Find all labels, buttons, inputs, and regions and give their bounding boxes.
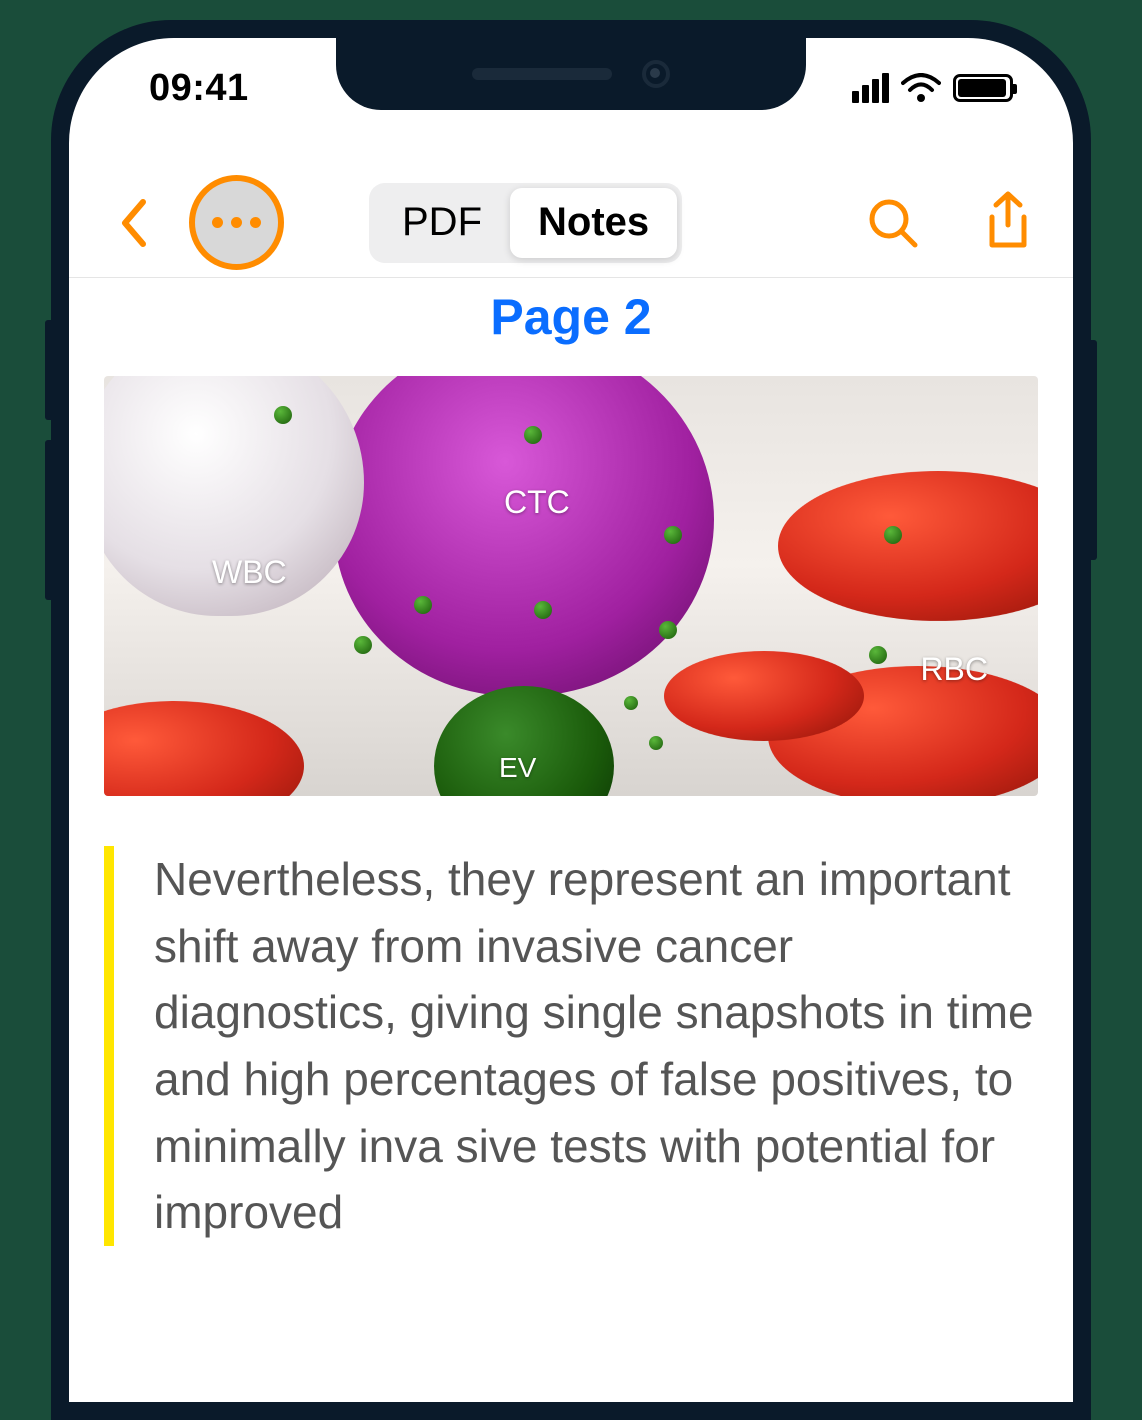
note-text: Nevertheless, they represent an importan… bbox=[154, 846, 1038, 1246]
share-button[interactable] bbox=[978, 193, 1038, 253]
hero-image: WBC CTC RBC EV bbox=[104, 376, 1038, 796]
content-area[interactable]: Page 2 bbox=[69, 278, 1073, 1402]
share-icon bbox=[980, 191, 1036, 255]
hero-label-wbc: WBC bbox=[212, 554, 287, 591]
back-button[interactable] bbox=[104, 193, 164, 253]
hero-label-ev: EV bbox=[499, 752, 536, 784]
search-icon bbox=[865, 195, 921, 251]
cellular-signal-icon bbox=[852, 73, 889, 103]
hero-label-ctc: CTC bbox=[504, 484, 570, 521]
page-indicator[interactable]: Page 2 bbox=[69, 288, 1073, 346]
toolbar: PDF Notes bbox=[69, 168, 1073, 278]
view-mode-segmented-control: PDF Notes bbox=[369, 183, 682, 263]
hero-label-rbc: RBC bbox=[920, 651, 988, 688]
tab-pdf[interactable]: PDF bbox=[374, 188, 510, 258]
wifi-icon bbox=[901, 73, 941, 103]
tab-notes[interactable]: Notes bbox=[510, 188, 677, 258]
ellipsis-icon bbox=[212, 217, 261, 228]
more-options-button[interactable] bbox=[189, 175, 284, 270]
battery-icon bbox=[953, 74, 1013, 102]
status-time: 09:41 bbox=[149, 67, 249, 110]
highlighted-note: Nevertheless, they represent an importan… bbox=[104, 846, 1038, 1246]
search-button[interactable] bbox=[863, 193, 923, 253]
